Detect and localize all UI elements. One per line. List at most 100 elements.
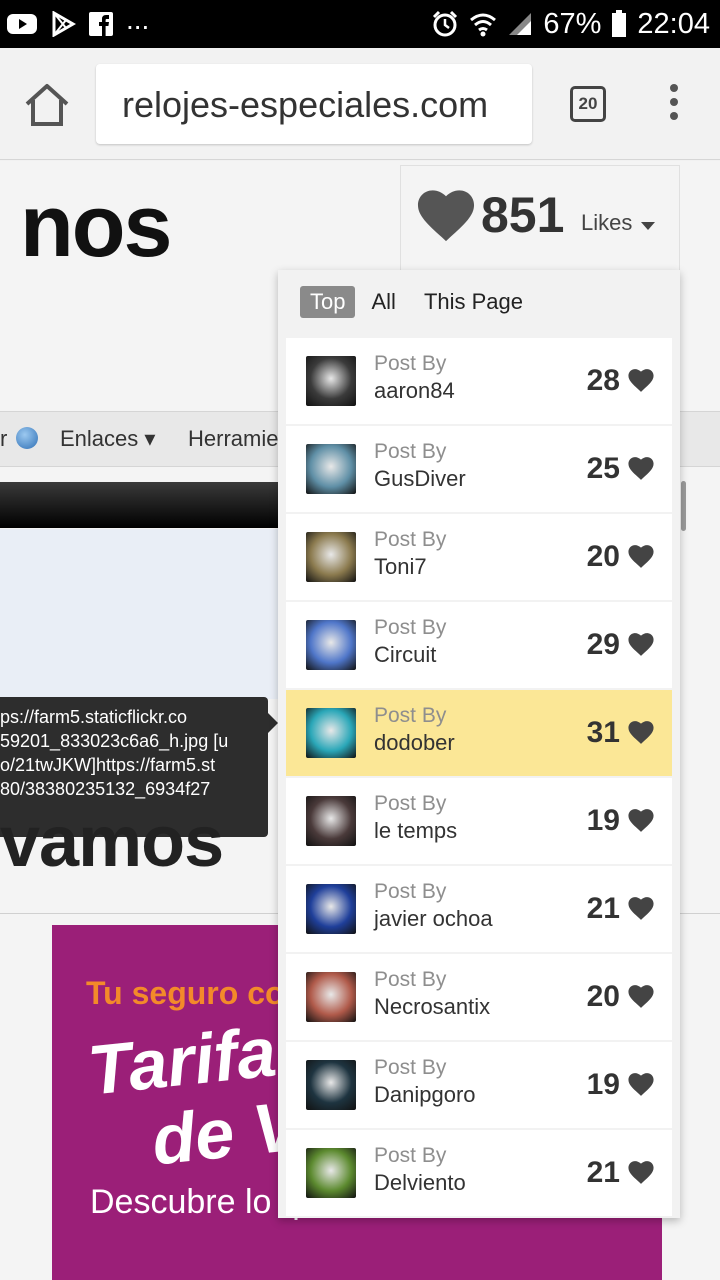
post-by-label: Post By <box>374 616 447 639</box>
likes-widget-header[interactable]: 851 Likes <box>400 165 680 275</box>
list-item[interactable]: Post By le temps 19 <box>286 778 672 864</box>
heart-icon <box>628 1073 654 1096</box>
like-count: 19 <box>586 1068 620 1101</box>
post-by-label: Post By <box>374 880 447 903</box>
wifi-icon <box>470 13 497 37</box>
post-thumbnail <box>306 1148 356 1198</box>
heart-icon <box>628 369 654 392</box>
likes-dropdown: Top All This Page Post By aaron84 28 Post B… <box>278 270 680 1218</box>
tab-top[interactable]: Top <box>300 286 356 318</box>
post-thumbnail <box>306 796 356 846</box>
like-count: 31 <box>586 716 620 749</box>
browser-toolbar: relojes-especiales.com 20 <box>0 48 720 160</box>
content-area <box>0 529 290 699</box>
post-thumbnail <box>306 708 356 758</box>
battery-icon <box>612 10 627 37</box>
post-author: GusDiver <box>374 466 466 491</box>
like-count: 20 <box>586 540 620 573</box>
list-item[interactable]: Post By Circuit 29 <box>286 602 672 688</box>
youtube-icon <box>7 14 37 34</box>
likes-filter-tabs: Top All This Page <box>300 286 523 318</box>
heart-icon <box>628 985 654 1008</box>
notification-icons: ... <box>6 4 150 40</box>
heart-icon <box>628 457 654 480</box>
like-count: 21 <box>586 892 620 925</box>
page-heading: nos <box>20 176 172 275</box>
signal-icon <box>509 13 532 35</box>
tooltip-line: 59201_833023c6a6_h.jpg [u <box>0 731 229 751</box>
post-thumbnail <box>306 884 356 934</box>
likes-total: 851 <box>481 187 565 243</box>
tooltip-line: 80/38380235132_6934f27 <box>0 779 211 799</box>
list-item[interactable]: Post By GusDiver 25 <box>286 426 672 512</box>
nav-item-enlaces[interactable]: Enlaces ▾ <box>60 426 155 452</box>
nav-item-herramientas[interactable]: Herramie <box>188 426 278 452</box>
post-author: Necrosantix <box>374 994 491 1019</box>
post-by-label: Post By <box>374 528 447 551</box>
like-count: 28 <box>586 364 620 397</box>
nav-enlaces-label: Enlaces <box>60 426 139 451</box>
like-count: 21 <box>586 1156 620 1189</box>
home-icon[interactable] <box>22 82 72 128</box>
alarm-icon <box>433 10 458 37</box>
system-status: 67% 22:04 <box>431 6 710 42</box>
post-by-label: Post By <box>374 704 447 727</box>
list-item[interactable]: Post By Delviento 21 <box>286 1130 672 1216</box>
post-by-label: Post By <box>374 1056 447 1079</box>
list-item[interactable]: Post By Danipgoro 19 <box>286 1042 672 1128</box>
tab-this-page[interactable]: This Page <box>424 289 523 315</box>
globe-icon <box>16 427 38 449</box>
heart-icon <box>628 897 654 920</box>
list-item[interactable]: Post By javier ochoa 21 <box>286 866 672 952</box>
ad-tagline: Tu seguro co <box>86 975 285 1011</box>
post-thumbnail <box>306 1060 356 1110</box>
heart-icon <box>417 190 475 242</box>
post-thumbnail <box>306 532 356 582</box>
section-heading: vamos <box>0 802 224 882</box>
list-item[interactable]: Post By Toni7 20 <box>286 514 672 600</box>
ad-subtitle: Descubre lo q <box>90 1183 300 1221</box>
list-item[interactable]: Post By aaron84 28 <box>286 338 672 424</box>
post-author: aaron84 <box>374 378 455 403</box>
scrollbar[interactable] <box>681 481 686 531</box>
list-item[interactable]: Post By Necrosantix 20 <box>286 954 672 1040</box>
heart-icon <box>628 545 654 568</box>
post-thumbnail <box>306 972 356 1022</box>
post-by-label: Post By <box>374 352 447 375</box>
like-count: 25 <box>586 452 620 485</box>
nav-item-partial[interactable]: r <box>0 426 7 452</box>
dark-banner <box>0 482 290 528</box>
heart-icon <box>628 1161 654 1184</box>
post-author: Delviento <box>374 1170 466 1195</box>
like-count: 29 <box>586 628 620 661</box>
chevron-down-icon <box>641 222 655 230</box>
like-count: 19 <box>586 804 620 837</box>
tooltip-line: ps://farm5.staticflickr.co <box>0 707 188 727</box>
notification-overflow: ... <box>126 4 150 35</box>
post-author: Toni7 <box>374 554 427 579</box>
clock: 22:04 <box>637 7 710 40</box>
tooltip-line: o/21twJKW]https://farm5.st <box>0 755 216 775</box>
post-by-label: Post By <box>374 1144 447 1167</box>
chevron-down-icon: ▾ <box>144 426 156 451</box>
tab-switcher-button[interactable]: 20 <box>570 86 606 122</box>
list-item[interactable]: Post By dodober 31 <box>286 690 672 776</box>
status-bar: ... 67% 22:04 <box>0 0 720 48</box>
address-bar[interactable]: relojes-especiales.com <box>96 64 532 144</box>
post-author: Circuit <box>374 642 437 667</box>
battery-percent: 67% <box>543 7 602 40</box>
heart-icon <box>628 809 654 832</box>
overflow-menu-icon[interactable] <box>662 84 686 124</box>
heart-icon <box>628 633 654 656</box>
facebook-icon <box>89 12 113 36</box>
post-thumbnail <box>306 620 356 670</box>
likes-label: Likes <box>581 210 633 235</box>
heart-icon <box>628 721 654 744</box>
like-count: 20 <box>586 980 620 1013</box>
post-thumbnail <box>306 356 356 406</box>
play-store-icon <box>52 11 76 37</box>
tooltip-arrow <box>266 711 278 735</box>
post-by-label: Post By <box>374 792 447 815</box>
post-thumbnail <box>306 444 356 494</box>
tab-all[interactable]: All <box>371 289 395 315</box>
